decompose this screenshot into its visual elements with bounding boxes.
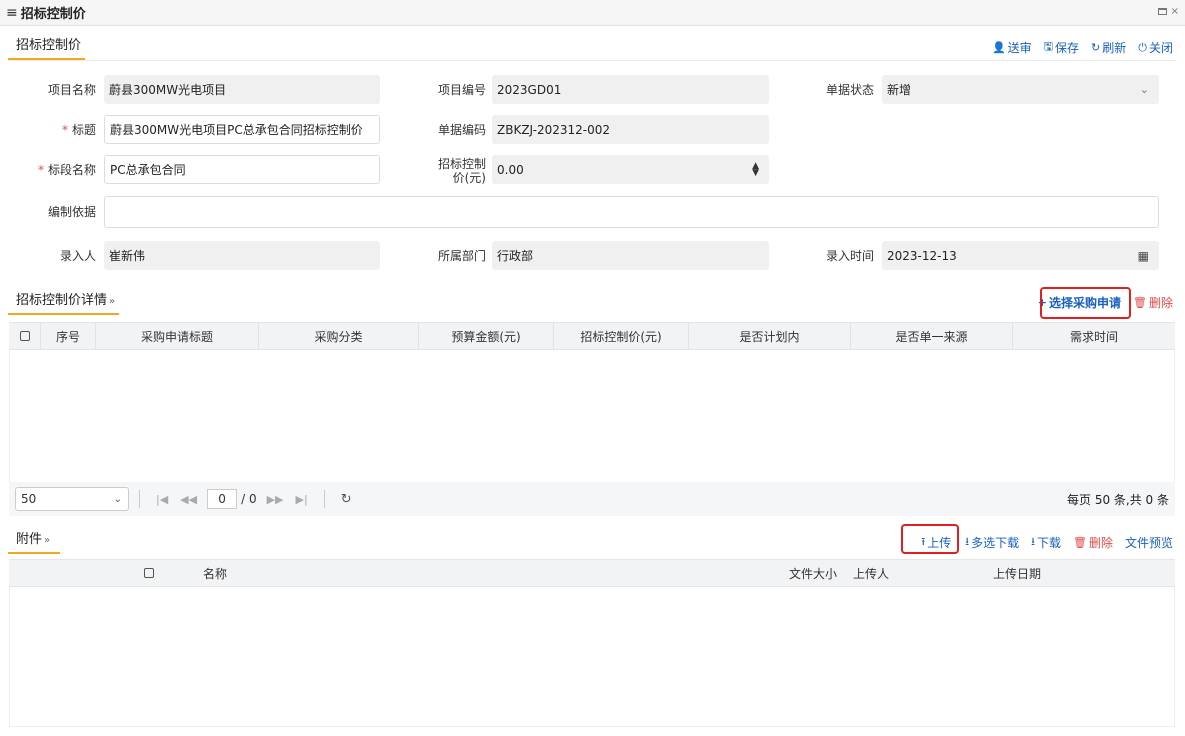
refresh-button[interactable]: ↻ 刷新 xyxy=(1091,39,1126,56)
submit-button[interactable]: 👤 送审 xyxy=(992,39,1032,56)
main-tabbar: 招标控制价 xyxy=(8,34,86,60)
title-label: * 标题 xyxy=(61,123,96,137)
department-field: 行政部 xyxy=(492,241,769,270)
basis-label: 编制依据 xyxy=(47,205,96,219)
entered-by-field: 崔新伟 xyxy=(104,241,380,270)
col-upload-date[interactable]: 上传日期 xyxy=(987,560,1175,586)
next-page-icon[interactable]: ▶▶ xyxy=(267,493,284,506)
tab-attachments[interactable]: 附件» xyxy=(8,528,61,554)
details-table-body xyxy=(9,350,1175,482)
download-icon: ⭳ xyxy=(965,535,970,548)
entry-time-label: 录入时间 xyxy=(825,249,874,263)
trash-icon: 🗑 xyxy=(1133,296,1147,309)
col-file-size[interactable]: 文件大小 xyxy=(497,560,847,586)
first-page-icon[interactable]: |◀ xyxy=(156,493,168,506)
checkbox-icon[interactable] xyxy=(144,568,154,578)
chevron-down-icon: ⌄ xyxy=(113,493,122,505)
multi-download-button[interactable]: ⭳ 多选下载 xyxy=(965,533,1019,552)
download-icon: ⭳ xyxy=(1031,535,1035,548)
details-table-header: 序号 采购申请标题 采购分类 预算金额(元) 招标控制价(元) 是否计划内 是否… xyxy=(9,322,1175,350)
save-icon: 🖫 xyxy=(1043,40,1054,53)
section-name-input[interactable]: PC总承包合同 xyxy=(104,155,380,184)
col-request-title[interactable]: 采购申请标题 xyxy=(96,323,259,349)
chevron-down-icon: » xyxy=(109,296,116,307)
col-in-plan[interactable]: 是否计划内 xyxy=(689,323,851,349)
entry-time-datepicker[interactable]: 2023-12-13 ▦ xyxy=(882,241,1159,270)
page-total: / 0 xyxy=(241,492,257,506)
chevron-down-icon: » xyxy=(44,535,51,546)
required-mark: * xyxy=(37,163,44,177)
control-price-spinner[interactable]: 0.00 ▲ ▼ xyxy=(492,155,769,184)
select-all-checkbox[interactable] xyxy=(9,323,41,349)
select-all-checkbox[interactable] xyxy=(101,560,197,586)
page-number-input[interactable]: 0 xyxy=(207,489,238,509)
col-file-name[interactable]: 名称 xyxy=(197,560,497,586)
user-send-icon: 👤 xyxy=(991,41,1006,54)
attachments-table-header: 名称 文件大小 上传人 上传日期 xyxy=(9,559,1175,587)
window-title: 招标控制价 xyxy=(20,7,86,22)
doc-no-field: ZBKZJ-202312-002 xyxy=(492,115,769,144)
col-uploader[interactable]: 上传人 xyxy=(847,560,987,586)
section-name-label: * 标段名称 xyxy=(37,163,96,177)
highlight-upload-button xyxy=(901,524,959,554)
details-pager: 50 ⌄ |◀ ◀◀ 0 / 0 ▶▶ ▶| ↻ 每页 50 条,共 0 条 xyxy=(9,482,1175,516)
project-no-label: 项目编号 xyxy=(437,83,486,97)
prev-page-icon[interactable]: ◀◀ xyxy=(180,493,197,506)
refresh-icon: ↻ xyxy=(1091,41,1101,54)
col-category[interactable]: 采购分类 xyxy=(259,323,419,349)
attachments-toolbar: ⭱ 上传 ⭳ 多选下载 ⭳ 下载 🗑 删除 文件预览 xyxy=(921,533,1173,552)
maximize-icon[interactable] xyxy=(1157,8,1167,15)
close-window-icon[interactable]: × xyxy=(1171,6,1179,17)
doc-status-label: 单据状态 xyxy=(825,83,874,97)
download-button[interactable]: ⭳ 下载 xyxy=(1031,533,1061,552)
project-no-field: 2023GD01 xyxy=(492,75,769,104)
delete-detail-button[interactable]: 🗑 删除 xyxy=(1133,294,1173,311)
spinner-icon[interactable]: ▲ ▼ xyxy=(752,161,759,177)
tab-details[interactable]: 招标控制价详情» xyxy=(8,289,120,315)
entered-by-label: 录入人 xyxy=(59,249,96,263)
col-control-price[interactable]: 招标控制价(元) xyxy=(554,323,689,349)
save-button[interactable]: 🖫 保存 xyxy=(1044,38,1079,57)
required-mark: * xyxy=(61,123,68,137)
project-name-label: 项目名称 xyxy=(47,83,96,97)
calendar-icon[interactable]: ▦ xyxy=(1138,249,1149,263)
last-page-icon[interactable]: ▶| xyxy=(296,493,308,506)
checkbox-icon[interactable] xyxy=(19,331,30,341)
pager-info: 每页 50 条,共 0 条 xyxy=(1067,492,1169,507)
col-seq[interactable]: 序号 xyxy=(41,323,96,349)
col-budget[interactable]: 预算金额(元) xyxy=(419,323,554,349)
col-demand-time[interactable]: 需求时间 xyxy=(1013,323,1175,349)
attachments-tabbar: 附件» xyxy=(8,528,61,554)
title-input[interactable]: 蔚县300MW光电项目PC总承包合同招标控制价 xyxy=(104,115,380,144)
delete-attachment-button[interactable]: 🗑 删除 xyxy=(1073,534,1113,551)
tab-bid-control-price[interactable]: 招标控制价 xyxy=(8,34,86,60)
power-icon: ⏻ xyxy=(1138,40,1147,54)
doc-no-label: 单据编码 xyxy=(437,123,486,137)
chevron-down-icon: ⌄ xyxy=(1139,83,1149,96)
attachments-table-body xyxy=(9,587,1175,727)
refresh-icon[interactable]: ↻ xyxy=(341,492,352,507)
details-tabbar: 招标控制价详情» xyxy=(8,289,120,315)
basis-input[interactable] xyxy=(104,196,1159,228)
main-toolbar: 👤 送审 🖫 保存 ↻ 刷新 ⏻ 关闭 xyxy=(992,38,1173,57)
col-single-source[interactable]: 是否单一来源 xyxy=(851,323,1013,349)
project-name-field: 蔚县300MW光电项目 xyxy=(104,75,380,104)
department-label: 所属部门 xyxy=(437,249,486,263)
control-price-label: 招标控制 价(元) xyxy=(437,157,486,185)
close-button[interactable]: ⏻ 关闭 xyxy=(1138,39,1173,56)
window-titlebar: ≡ 招标控制价 × xyxy=(0,0,1185,26)
page-size-select[interactable]: 50 ⌄ xyxy=(15,487,129,511)
trash-icon: 🗑 xyxy=(1073,536,1087,549)
menu-icon[interactable]: ≡ xyxy=(6,5,18,21)
file-preview-button[interactable]: 文件预览 xyxy=(1125,534,1173,551)
doc-status-select[interactable]: 新增 ⌄ xyxy=(882,75,1159,104)
highlight-select-button xyxy=(1040,287,1131,319)
